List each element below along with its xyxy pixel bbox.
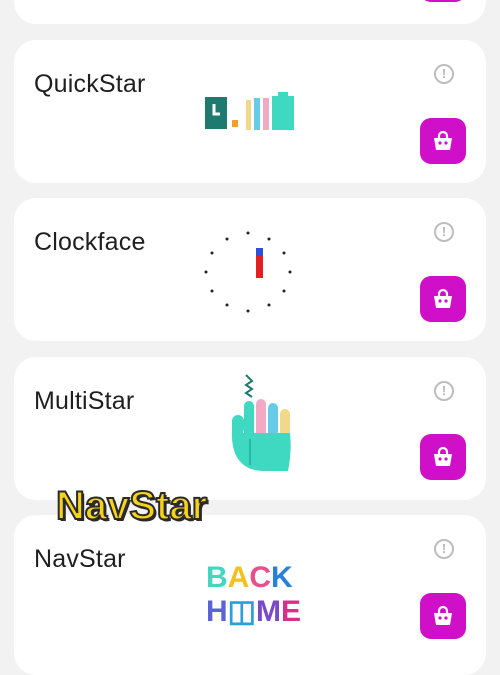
shopping-bag-icon [434, 130, 452, 150]
card-title: NavStar [34, 545, 126, 573]
multistar-hand-graphic [231, 374, 291, 471]
graphic-line-home: H◫ME [206, 595, 301, 627]
info-icon[interactable]: ! [434, 222, 454, 242]
graphic-letter: K [271, 561, 293, 594]
info-icon[interactable]: ! [434, 381, 454, 401]
graphic-letter: C [249, 561, 271, 594]
clockface-graphic [204, 231, 292, 313]
graphic-letter: A [228, 561, 250, 594]
shopping-bag-icon [434, 446, 452, 466]
navstar-back-home-graphic: BACK H◫ME [206, 561, 301, 627]
buy-button[interactable] [420, 0, 466, 2]
buy-button[interactable] [420, 593, 466, 639]
card-quickstar[interactable]: QuickStar ! [14, 40, 486, 183]
graphic-letter: H [206, 595, 228, 627]
shopping-bag-icon [434, 605, 452, 625]
card-navstar[interactable]: NavStar ! BACK H◫ME [14, 515, 486, 675]
buy-button[interactable] [420, 276, 466, 322]
graphic-letter: M [256, 595, 281, 627]
buy-button[interactable] [420, 434, 466, 480]
card-title: MultiStar [34, 387, 135, 415]
graphic-line-back: BACK [206, 561, 293, 594]
graphic-letter: E [281, 595, 301, 627]
shopping-bag-icon [434, 288, 452, 308]
info-icon[interactable]: ! [434, 539, 454, 559]
card-title: Clockface [34, 228, 146, 256]
graphic-letter: B [206, 561, 228, 594]
card-title: QuickStar [34, 70, 146, 98]
navstar-overlay-label: NavStar [55, 483, 208, 529]
info-icon[interactable]: ! [434, 64, 454, 84]
graphic-letter: ◫ [228, 595, 256, 627]
card-clockface[interactable]: Clockface ! [14, 198, 486, 341]
card-top-partial [14, 0, 486, 24]
card-multistar[interactable]: MultiStar ! [14, 357, 486, 500]
buy-button[interactable] [420, 118, 466, 164]
quickstar-graphic [205, 92, 294, 130]
